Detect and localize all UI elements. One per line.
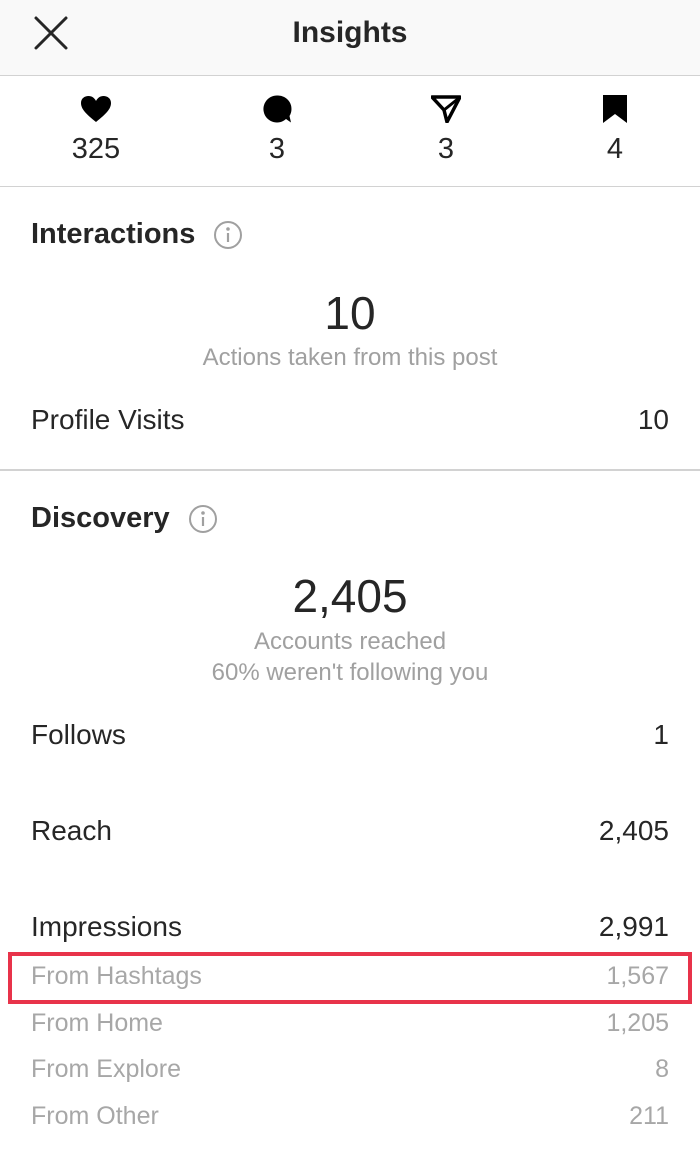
shares-count: 3 (437, 133, 455, 165)
discovery-heading: Discovery (31, 502, 218, 535)
heart-icon (80, 93, 112, 125)
comment-icon (262, 93, 292, 125)
header-bar: Insights (0, 0, 700, 76)
discovery-title: Discovery (31, 502, 170, 534)
row-label: From Explore (31, 1055, 182, 1083)
comments-count: 3 (268, 133, 286, 165)
row-label: Follows (31, 719, 126, 750)
section-divider (0, 469, 700, 471)
interactions-title: Interactions (31, 218, 196, 250)
row-value: 8 (655, 1055, 669, 1083)
not-following-caption: 60% weren't following you (211, 659, 489, 686)
engagement-stats: 325 3 3 4 (0, 77, 700, 187)
from-other-row: From Other 211 (31, 1102, 669, 1131)
interactions-heading: Interactions (31, 218, 243, 251)
follows-row: Follows 1 (31, 719, 669, 751)
info-icon[interactable] (188, 504, 218, 534)
row-label: From Home (31, 1009, 163, 1037)
profile-visits-row: Profile Visits 10 (31, 404, 669, 436)
saves-count: 4 (606, 133, 624, 165)
insights-screen: Insights 325 3 3 4 Interactions 10 Actio… (0, 0, 700, 1158)
bookmark-icon (602, 93, 628, 125)
page-title: Insights (292, 16, 408, 49)
row-label: Reach (31, 815, 112, 846)
likes-count: 325 (71, 133, 121, 165)
row-value: 1 (653, 719, 669, 750)
saves-stat: 4 (555, 77, 675, 185)
row-value: 1,205 (606, 1009, 669, 1037)
row-label: Profile Visits (31, 404, 185, 435)
impressions-row: Impressions 2,991 (31, 911, 669, 943)
interactions-total: 10 (324, 287, 376, 339)
row-label: From Other (31, 1102, 159, 1130)
row-value: 10 (637, 404, 669, 435)
reach-row: Reach 2,405 (31, 815, 669, 847)
row-value: 2,991 (598, 911, 669, 942)
interactions-caption: Actions taken from this post (202, 344, 498, 371)
from-home-row: From Home 1,205 (31, 1009, 669, 1038)
from-explore-row: From Explore 8 (31, 1055, 669, 1084)
info-icon[interactable] (213, 220, 243, 250)
row-value: 211 (629, 1102, 669, 1130)
share-icon (431, 93, 461, 125)
shares-stat: 3 (386, 77, 506, 185)
row-value: 2,405 (598, 815, 669, 846)
hashtags-highlight-box (8, 952, 692, 1004)
accounts-reached-total: 2,405 (292, 570, 408, 622)
row-label: Impressions (31, 911, 182, 942)
comments-stat: 3 (217, 77, 337, 185)
accounts-reached-caption: Accounts reached (253, 628, 447, 655)
likes-stat: 325 (36, 77, 156, 185)
